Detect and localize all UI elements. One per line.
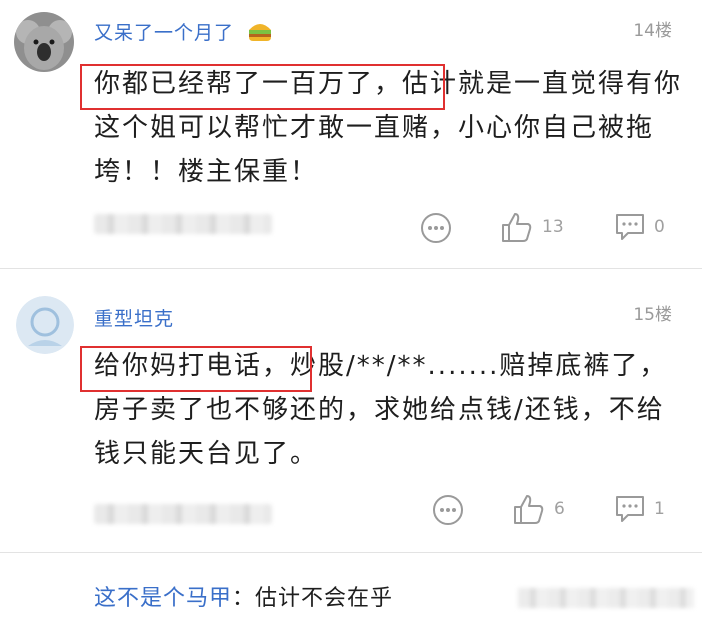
divider — [0, 552, 702, 553]
like-button[interactable]: 6 — [512, 492, 565, 526]
more-icon — [433, 495, 463, 525]
comment-count: 0 — [654, 217, 665, 237]
highlight-box — [80, 346, 312, 392]
comment-text: 给你妈打电话，炒股/**/**.......赔掉底裤了，房子卖了也不够还的，求她… — [80, 344, 684, 476]
default-user-avatar-icon — [16, 296, 74, 354]
divider — [0, 268, 702, 269]
thumbs-up-icon — [502, 213, 532, 242]
like-button[interactable]: 13 — [500, 210, 564, 244]
comment-count: 1 — [654, 499, 665, 519]
thumbs-up-icon — [514, 495, 544, 524]
like-count: 6 — [554, 499, 565, 519]
more-button[interactable] — [420, 212, 452, 244]
avatar[interactable] — [16, 296, 74, 354]
reply-button[interactable]: 1 — [614, 494, 665, 524]
comment-post: 重型坦克 15楼 给你妈打电话，炒股/**/**.......赔掉底裤了，房子卖… — [0, 276, 702, 552]
burger-badge-icon — [249, 24, 272, 41]
reply-button[interactable]: 0 — [614, 212, 665, 242]
koala-avatar-icon — [14, 12, 74, 72]
sub-reply-username[interactable]: 这不是个马甲 — [94, 586, 232, 611]
blurred-content — [518, 588, 694, 608]
highlight-box — [80, 64, 445, 110]
more-button[interactable] — [432, 494, 464, 526]
avatar[interactable] — [14, 12, 74, 72]
highlighted-phrase: 你都已经帮了一百万了， — [80, 64, 445, 110]
comment-post: 又呆了一个月了 14楼 你都已经帮了一百万了，估计就是一直觉得有你这个姐可以帮忙… — [0, 0, 702, 268]
sub-reply-text: 估计不会在乎 — [255, 586, 394, 611]
sub-reply-separator: ： — [232, 586, 256, 611]
floor-number: 15楼 — [633, 305, 672, 325]
floor-number: 14楼 — [633, 21, 672, 41]
like-count: 13 — [542, 217, 564, 237]
blurred-timestamp — [94, 214, 272, 234]
username[interactable]: 又呆了一个月了 — [94, 18, 273, 45]
comment-icon — [616, 496, 644, 522]
username[interactable]: 重型坦克 — [94, 304, 174, 331]
highlighted-phrase: 给你妈打电话， — [80, 346, 312, 392]
more-icon — [421, 213, 451, 243]
blurred-timestamp — [94, 504, 272, 524]
comment-icon — [616, 214, 644, 240]
sub-reply[interactable]: 这不是个马甲：估计不会在乎 — [94, 580, 393, 612]
comment-text: 你都已经帮了一百万了，估计就是一直觉得有你这个姐可以帮忙才敢一直赌，小心你自己被… — [80, 62, 684, 194]
